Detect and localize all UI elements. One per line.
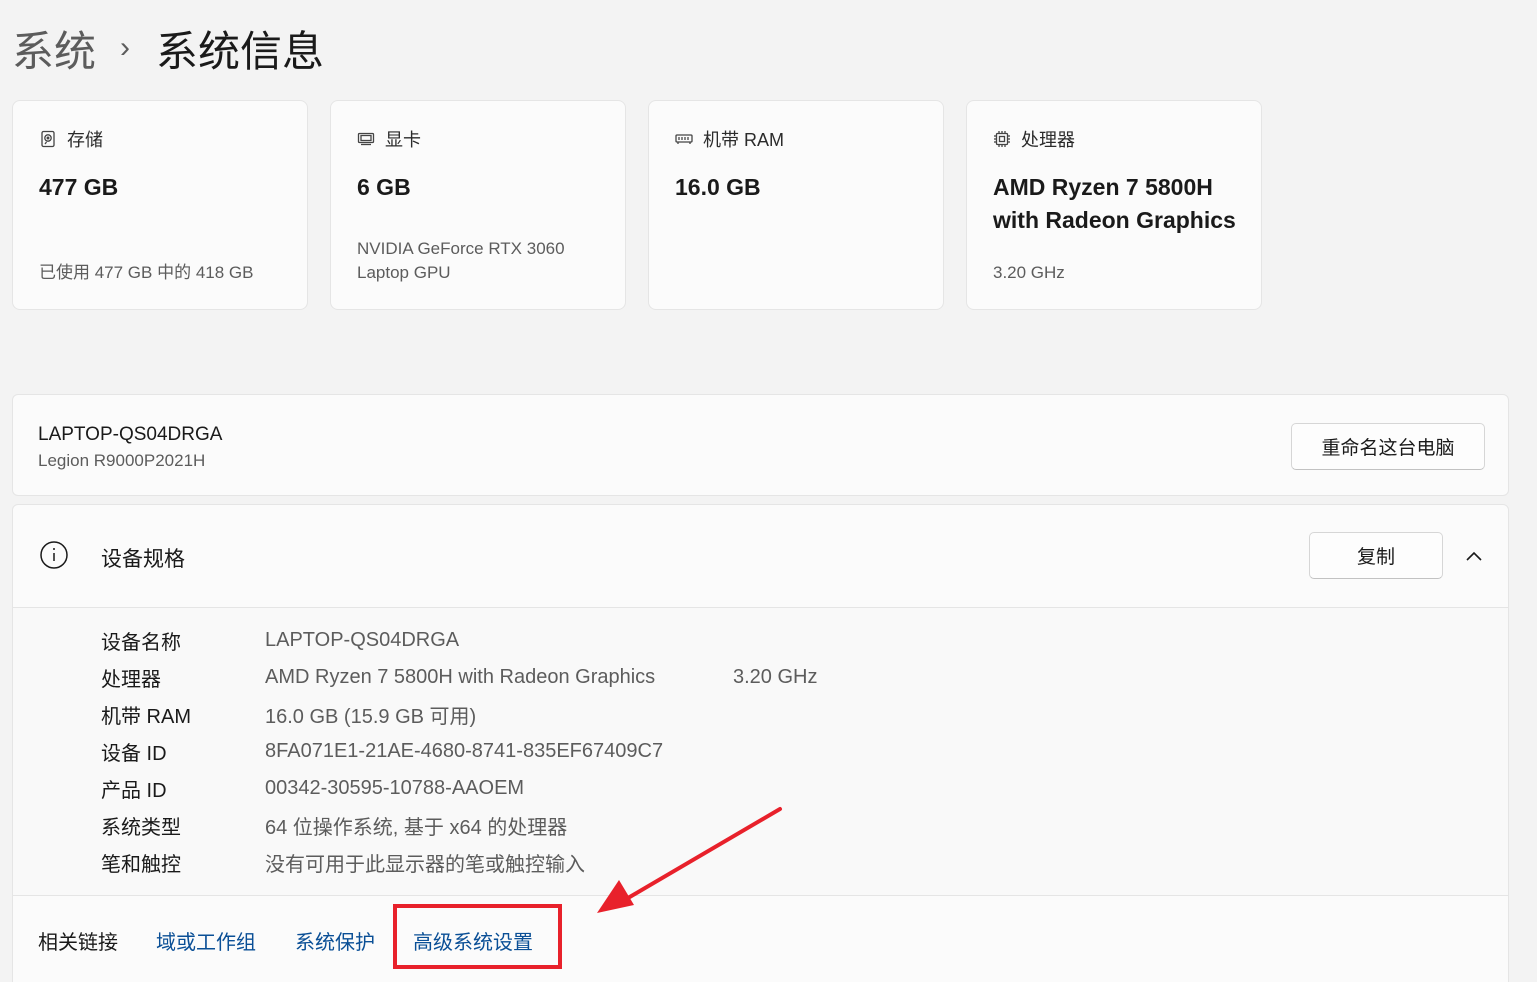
related-links: 相关链接 域或工作组 系统保护 高级系统设置 [13,895,1508,982]
page-title: 系统信息 [156,27,325,75]
spec-row-device-id: 设备 ID 8FA071E1-21AE-4680-8741-835EF67409… [101,736,733,766]
spec-row-device-name: 设备名称 LAPTOP-QS04DRGA [101,625,733,655]
link-domain-workgroup[interactable]: 域或工作组 [156,926,256,955]
ram-label: 机带 RAM [703,130,784,150]
chevron-up-icon[interactable] [1463,545,1485,567]
spec-row-processor: 处理器 AMD Ryzen 7 5800H with Radeon Graphi… [101,662,817,692]
spec-value: 8FA071E1-21AE-4680-8741-835EF67409C7 [265,739,664,762]
spec-value: AMD Ryzen 7 5800H with Radeon Graphics [265,665,656,688]
memory-icon [675,130,693,148]
breadcrumb: 系统 › 系统信息 [12,18,324,78]
spec-value: LAPTOP-QS04DRGA [265,628,460,651]
device-model: Legion R9000P2021H [38,451,206,470]
spec-value: 没有可用于此显示器的笔或触控输入 [265,853,585,876]
spec-key: 系统类型 [101,816,181,839]
device-name: LAPTOP-QS04DRGA [38,424,223,445]
display-adapter-icon [357,130,375,148]
cpu-label: 处理器 [1021,130,1075,150]
cpu-model-line-2: with Radeon Graphics [993,207,1236,233]
info-icon [40,541,68,569]
storage-drive-icon [39,130,57,148]
device-name-panel: LAPTOP-QS04DRGA Legion R9000P2021H 重命名这台… [12,394,1509,496]
link-system-protection[interactable]: 系统保护 [295,926,375,955]
processor-chip-icon [993,130,1011,148]
settings-page: 系统 › 系统信息 存储 477 GB 已使用 477 GB 中的 418 GB [0,0,1537,982]
ram-value: 16.0 GB [675,174,761,200]
spec-key: 设备 ID [101,742,167,765]
spec-row-pen-touch: 笔和触控 没有可用于此显示器的笔或触控输入 [101,847,733,877]
storage-usage: 已使用 477 GB 中的 418 GB [39,263,254,282]
spec-key: 处理器 [101,668,161,691]
gpu-model-line-2: Laptop GPU [357,263,451,282]
device-specs-title: 设备规格 [101,548,185,571]
spec-extra: 3.20 GHz [733,665,818,688]
cpu-frequency: 3.20 GHz [993,263,1065,282]
spec-value: 64 位操作系统, 基于 x64 的处理器 [265,816,568,839]
device-specs-header[interactable]: 设备规格 复制 [13,505,1508,608]
spec-key: 产品 ID [101,779,167,802]
spec-key: 机带 RAM [101,705,191,728]
spec-row-product-id: 产品 ID 00342-30595-10788-AAOEM [101,773,733,803]
spec-key: 笔和触控 [101,853,181,876]
spec-row-ram: 机带 RAM 16.0 GB (15.9 GB 可用) [101,699,733,729]
spec-row-system-type: 系统类型 64 位操作系统, 基于 x64 的处理器 [101,810,733,840]
cpu-card[interactable]: 处理器 AMD Ryzen 7 5800H with Radeon Graphi… [966,100,1262,310]
gpu-model-line-1: NVIDIA GeForce RTX 3060 [357,239,565,258]
cpu-model: AMD Ryzen 7 5800H with Radeon Graphics [993,171,1236,237]
device-specs-list: 设备名称 LAPTOP-QS04DRGA 处理器 AMD Ryzen 7 580… [13,608,1508,895]
gpu-model: NVIDIA GeForce RTX 3060 Laptop GPU [357,237,565,285]
gpu-card[interactable]: 显卡 6 GB NVIDIA GeForce RTX 3060 Laptop G… [330,100,626,310]
related-links-label: 相关链接 [38,932,118,954]
annotation-highlight-box [393,904,562,969]
device-specs-panel: 设备规格 复制 设备名称 LAPTOP-QS04DRGA 处理器 AMD Ryz… [12,504,1509,982]
rename-pc-button[interactable]: 重命名这台电脑 [1291,423,1485,470]
storage-value: 477 GB [39,174,119,200]
storage-card[interactable]: 存储 477 GB 已使用 477 GB 中的 418 GB [12,100,308,310]
gpu-label: 显卡 [385,130,421,150]
ram-card[interactable]: 机带 RAM 16.0 GB [648,100,944,310]
cpu-model-line-1: AMD Ryzen 7 5800H [993,174,1213,200]
copy-specs-button[interactable]: 复制 [1309,532,1443,579]
breadcrumb-separator: › [120,31,131,64]
spec-value: 16.0 GB (15.9 GB 可用) [265,705,477,728]
storage-label: 存储 [67,130,103,150]
spec-key: 设备名称 [101,631,181,654]
spec-value: 00342-30595-10788-AAOEM [265,776,525,799]
breadcrumb-parent-system[interactable]: 系统 [12,18,96,79]
gpu-memory-value: 6 GB [357,174,411,200]
